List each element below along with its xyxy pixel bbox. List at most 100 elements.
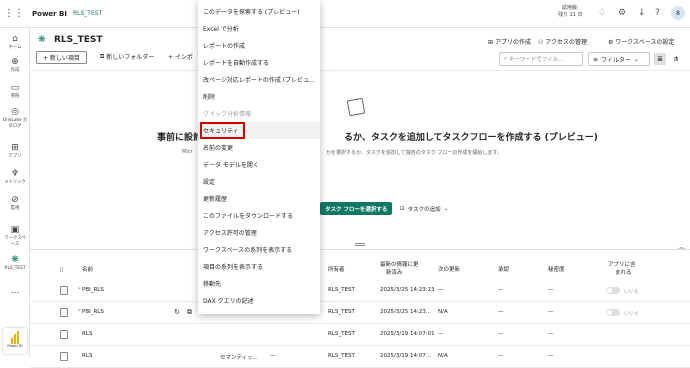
table-row[interactable]: RLS セマンティッ... — RLS_TEST 2025/3/19 14:07…	[30, 346, 690, 368]
item-sensitivity: —	[548, 309, 554, 315]
nav-workspaces[interactable]: ▣ ワークスペ ース	[0, 225, 30, 247]
item-endorsement: —	[498, 309, 504, 315]
menu-open-data-model[interactable]: データ モデルを開く	[198, 156, 320, 173]
col-refreshed[interactable]: 最新の情報に更 新済み	[380, 261, 419, 277]
item-next-refresh: N/A	[438, 353, 448, 359]
monitor-icon: ⊘	[11, 195, 19, 205]
item-type: セマンティッ...	[220, 355, 258, 361]
app-launcher-icon[interactable]: ⋮⋮	[0, 0, 28, 28]
doc-icon: ▯	[60, 267, 64, 273]
task-flow-subtext-right: かを選択するか、タスクを追加して独自のタスク フローの作成を開始します。	[326, 150, 502, 156]
menu-workspace-lineage[interactable]: ワークスペースの系列を表示する	[198, 241, 320, 258]
task-flow-subtext-left: Micr	[182, 149, 193, 155]
collapse-icon[interactable]: ︽	[678, 242, 685, 252]
table-row[interactable]: * PBI_RLS RLS_TEST 2025/3/25 14:23:23 — …	[30, 280, 690, 302]
menu-delete[interactable]: 削除	[198, 88, 320, 105]
lineage-icon: ⋔	[673, 55, 679, 63]
resize-handle[interactable]	[355, 243, 365, 246]
app-name[interactable]: Power BI	[32, 10, 67, 18]
include-in-app-toggle[interactable]	[606, 309, 620, 316]
nav-apps[interactable]: ⊞ アプリ	[0, 143, 30, 159]
workspace-settings-button[interactable]: ⚙ ワークスペースの設定	[608, 37, 674, 46]
item-refreshed: 2025/3/25 14:23:23	[380, 287, 435, 293]
nav-onelake[interactable]: ◎ OneLake カタログ	[0, 107, 30, 129]
new-folder-button[interactable]: ⧉ 新しいフォルダー	[100, 52, 154, 62]
col-next-refresh[interactable]: 次の更新	[438, 266, 460, 274]
nav-monitor[interactable]: ⊘ 監視	[0, 195, 30, 211]
col-in-app[interactable]: アプリに含 まれる	[608, 261, 636, 277]
item-refreshed: 2025/3/25 14:23...	[380, 309, 432, 315]
nav-rls-test[interactable]: ❋ RLS_TEST	[0, 255, 30, 271]
list-icon: ≣	[657, 55, 663, 63]
trial-status[interactable]: 試用版: 残り 11 日	[558, 5, 583, 19]
menu-download-file[interactable]: このファイルをダウンロードする	[198, 207, 320, 224]
filter-icon: ≡	[593, 55, 599, 63]
item-sensitivity: —	[548, 353, 554, 359]
rls-icon: ❋	[11, 255, 19, 265]
menu-explore-data[interactable]: このデータを探索する (プレビュー)	[198, 3, 320, 20]
item-name[interactable]: PBI_RLS	[82, 309, 104, 315]
workspace-breadcrumb[interactable]: RLS_TEST	[73, 10, 102, 17]
schedule-refresh-icon[interactable]: ⧉	[187, 308, 192, 317]
manage-access-button[interactable]: ⚇ アクセスの管理	[538, 37, 587, 46]
menu-settings[interactable]: 設定	[198, 173, 320, 190]
item-endorsement: —	[498, 287, 504, 293]
security-highlight-box	[200, 122, 245, 139]
menu-item-lineage[interactable]: 項目の系列を表示する	[198, 258, 320, 275]
list-view-button[interactable]: ≣	[654, 53, 666, 65]
workspace-icon: ❋	[38, 35, 46, 45]
refresh-icon[interactable]: ↻	[174, 308, 180, 316]
menu-paginated-report[interactable]: 改ページ対応レポートの作成 (プレビュ...	[198, 71, 320, 88]
col-name[interactable]: 名前	[82, 266, 93, 274]
item-name[interactable]: RLS	[82, 353, 92, 359]
item-endorsement: —	[498, 331, 504, 337]
menu-create-report[interactable]: レポートの作成	[198, 37, 320, 54]
page-title: RLS_TEST	[54, 35, 103, 45]
menu-rename[interactable]: 名前の変更	[198, 139, 320, 156]
table-row[interactable]: RLS RLS_TEST 2025/3/19 14:07:01 — — —	[30, 324, 690, 346]
help-icon[interactable]: ?	[655, 8, 660, 18]
table-row[interactable]: * PBI_RLS ↻ ⧉ RLS_TEST 2025/3/25 14:23..…	[30, 302, 690, 324]
filter-button[interactable]: ≡ フィルター ⌄	[588, 52, 650, 66]
create-app-button[interactable]: ⊞ アプリの作成	[488, 37, 531, 46]
power-bi-switcher[interactable]: Power BI	[3, 328, 27, 354]
item-name[interactable]: RLS	[82, 331, 92, 337]
lineage-view-button[interactable]: ⋔	[670, 53, 682, 65]
report-icon	[60, 286, 68, 295]
gear-icon[interactable]: ⚙	[618, 8, 626, 18]
item-name[interactable]: PBI_RLS	[82, 287, 104, 293]
nav-browse[interactable]: ▭ 参照	[0, 83, 30, 99]
import-button[interactable]: + インポ	[168, 52, 193, 61]
search-input[interactable]: ⌕ キーワードでフィル...	[499, 52, 583, 66]
avatar[interactable]: 8	[671, 6, 685, 20]
plus-icon: ⊕	[11, 57, 19, 67]
menu-auto-create-report[interactable]: レポートを自動作成する	[198, 54, 320, 71]
include-in-app-toggle[interactable]	[606, 287, 620, 294]
menu-refresh-history[interactable]: 更新履歴	[198, 190, 320, 207]
app-icon: ⊞	[488, 39, 495, 46]
task-flow-headline-left: 事前に設計	[157, 133, 203, 143]
menu-analyze-excel[interactable]: Excel で分析	[198, 20, 320, 37]
select-task-flow-button[interactable]: タスク フローを選択する	[320, 202, 393, 215]
menu-move-to[interactable]: 移動先	[198, 275, 320, 292]
item-task: —	[270, 353, 276, 359]
nav-create[interactable]: ⊕ 作成	[0, 57, 30, 73]
header-divider	[30, 70, 690, 71]
item-next-refresh: —	[438, 287, 444, 293]
menu-quick-insights: クイック分析情報	[203, 111, 252, 118]
nav-metrics[interactable]: ♆ メトリック	[0, 169, 30, 185]
new-item-button[interactable]: + 新しい項目	[36, 51, 87, 64]
add-task-button[interactable]: ⊡ タスクの追加 ⌄	[400, 202, 448, 215]
col-sensitivity[interactable]: 秘密度	[548, 266, 565, 274]
item-owner: RLS_TEST	[328, 309, 355, 315]
item-owner: RLS_TEST	[328, 287, 355, 293]
nav-home[interactable]: ⌂ ホーム	[0, 34, 30, 50]
nav-more[interactable]: ...	[0, 286, 30, 296]
split-divider	[30, 249, 690, 250]
col-endorsement[interactable]: 承認	[498, 266, 509, 274]
col-owner[interactable]: 所有者	[328, 266, 345, 274]
menu-manage-permissions[interactable]: アクセス許可の管理	[198, 224, 320, 241]
download-icon[interactable]: ↓	[638, 8, 646, 18]
menu-write-dax-query[interactable]: DAX クエリの記述	[198, 292, 320, 309]
bell-icon[interactable]: ♢	[598, 8, 606, 18]
